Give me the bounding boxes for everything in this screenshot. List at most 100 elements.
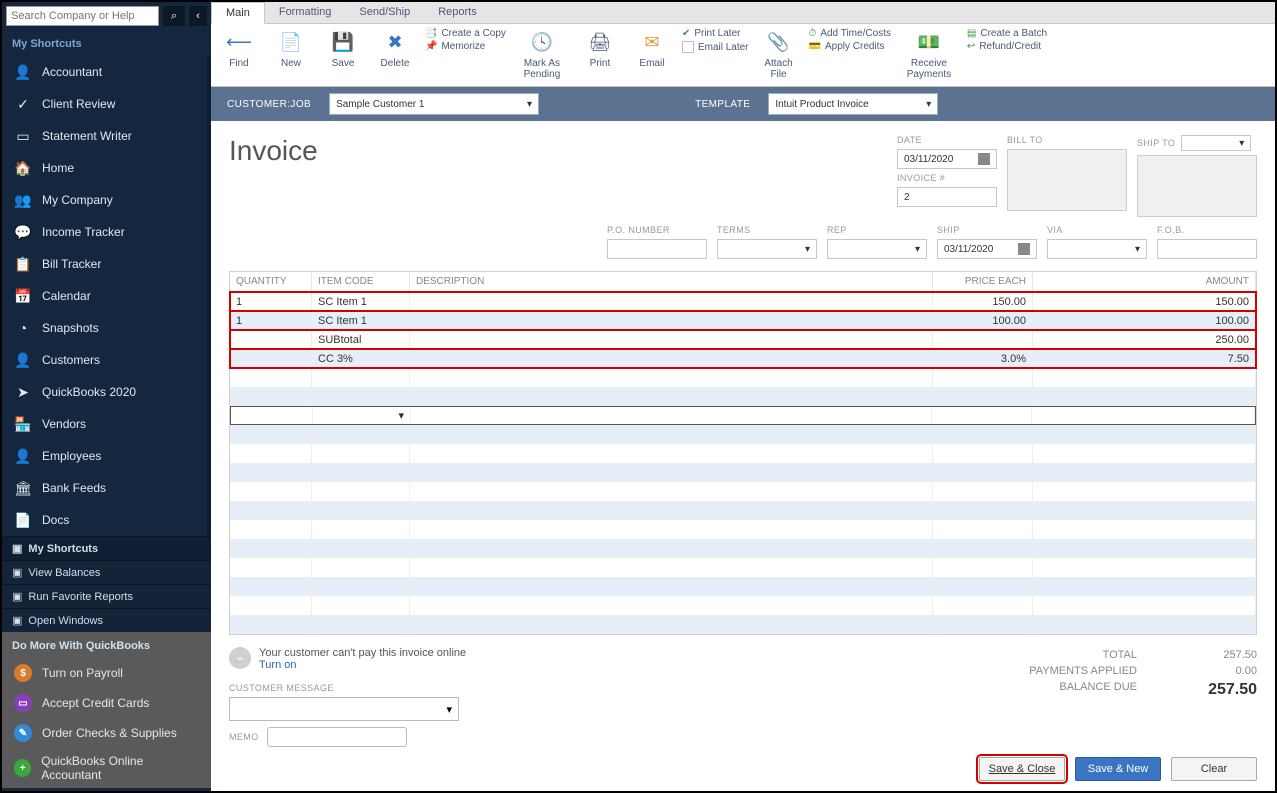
grid-cell-amt[interactable] xyxy=(1033,596,1256,615)
grid-cell-qty[interactable] xyxy=(230,520,312,539)
grid-cell-code[interactable] xyxy=(312,539,410,558)
save-new-button[interactable]: Save & New xyxy=(1075,757,1161,781)
grid-row[interactable] xyxy=(230,558,1256,577)
grid-cell-desc[interactable] xyxy=(410,501,933,520)
sidebar-item-statementwriter[interactable]: ▭Statement Writer xyxy=(2,120,207,152)
sidebar-item-incometracker[interactable]: 💬Income Tracker xyxy=(2,216,207,248)
grid-cell-amt[interactable] xyxy=(1033,482,1256,501)
grid-cell-amt[interactable] xyxy=(1033,501,1256,520)
grid-cell-code[interactable] xyxy=(312,368,410,387)
grid-cell-price[interactable] xyxy=(932,407,1032,424)
grid-cell-code[interactable] xyxy=(312,501,410,520)
grid-cell-price[interactable]: 3.0% xyxy=(933,349,1033,368)
memorize-button[interactable]: 📌Memorize xyxy=(425,41,506,52)
domore-creditcards[interactable]: ▭Accept Credit Cards xyxy=(2,688,211,718)
customerjob-combo[interactable]: Sample Customer 1▾ xyxy=(329,93,539,115)
grid-cell-qty[interactable] xyxy=(230,501,312,520)
grid-cell-price[interactable] xyxy=(933,482,1033,501)
turn-on-link[interactable]: Turn on xyxy=(259,659,297,671)
sidebar-item-home[interactable]: 🏠Home xyxy=(2,152,207,184)
sidebar-item-vendors[interactable]: 🏪Vendors xyxy=(2,408,207,440)
domore-orderchecks[interactable]: ✎Order Checks & Supplies xyxy=(2,718,211,748)
terms-combo[interactable]: ▾ xyxy=(717,239,817,259)
grid-cell-qty[interactable] xyxy=(230,463,312,482)
grid-cell-qty[interactable] xyxy=(230,577,312,596)
sidebar-collapse-button[interactable]: ‹ xyxy=(189,6,207,26)
attach-file-button[interactable]: 📎Attach File xyxy=(757,28,801,82)
add-time-button[interactable]: ⏱Add Time/Costs xyxy=(809,28,891,39)
refund-credit-button[interactable]: ↩Refund/Credit xyxy=(967,41,1047,52)
sidebar-item-accountant[interactable]: 👤Accountant xyxy=(2,56,207,88)
sidebar-item-calendar[interactable]: 📅Calendar xyxy=(2,280,207,312)
print-button[interactable]: 🖨Print xyxy=(578,28,622,71)
grid-row[interactable] xyxy=(230,577,1256,596)
shipto-combo[interactable]: ▾ xyxy=(1181,135,1251,151)
sidebar-item-mycompany[interactable]: 👥My Company xyxy=(2,184,207,216)
grid-cell-price[interactable] xyxy=(933,463,1033,482)
mini-runreports[interactable]: ▣Run Favorite Reports xyxy=(2,584,211,608)
ship-date-field[interactable]: 03/11/2020 xyxy=(937,239,1037,259)
shipto-textbox[interactable] xyxy=(1137,155,1257,217)
fob-field[interactable] xyxy=(1157,239,1257,259)
grid-cell-qty[interactable] xyxy=(231,407,313,424)
grid-cell-code[interactable]: ▾ xyxy=(313,407,411,424)
domore-qboa[interactable]: +QuickBooks Online Accountant xyxy=(2,748,211,788)
grid-row[interactable]: 1SC Item 1100.00100.00 xyxy=(230,311,1256,330)
grid-cell-desc[interactable] xyxy=(410,387,933,406)
grid-cell-desc[interactable] xyxy=(410,292,933,311)
grid-cell-qty[interactable] xyxy=(230,482,312,501)
domore-payroll[interactable]: $Turn on Payroll xyxy=(2,658,211,688)
new-button[interactable]: 📄New xyxy=(269,28,313,71)
email-later-checkbox[interactable]: Email Later xyxy=(682,41,749,53)
date-field[interactable]: 03/11/2020 xyxy=(897,149,997,169)
grid-cell-price[interactable] xyxy=(933,539,1033,558)
grid-cell-qty[interactable] xyxy=(230,368,312,387)
sidebar-item-customers[interactable]: 👤Customers xyxy=(2,344,207,376)
grid-cell-price[interactable] xyxy=(933,330,1033,349)
grid-cell-desc[interactable] xyxy=(410,615,933,634)
grid-cell-desc[interactable] xyxy=(410,520,933,539)
grid-row[interactable] xyxy=(230,520,1256,539)
grid-cell-amt[interactable]: 7.50 xyxy=(1033,349,1256,368)
grid-cell-amt[interactable] xyxy=(1033,539,1256,558)
grid-cell-qty[interactable]: 1 xyxy=(230,292,312,311)
grid-cell-desc[interactable] xyxy=(410,349,933,368)
grid-cell-qty[interactable] xyxy=(230,596,312,615)
grid-cell-qty[interactable] xyxy=(230,558,312,577)
grid-cell-price[interactable] xyxy=(933,615,1033,634)
sidebar-item-billtracker[interactable]: 📋Bill Tracker xyxy=(2,248,207,280)
grid-cell-qty[interactable] xyxy=(230,387,312,406)
grid-cell-code[interactable]: CC 3% xyxy=(312,349,410,368)
grid-row[interactable]: SUBtotal250.00 xyxy=(230,330,1256,349)
grid-cell-amt[interactable]: 150.00 xyxy=(1033,292,1256,311)
print-later-checkbox[interactable]: ✔Print Later xyxy=(682,28,749,39)
search-input[interactable] xyxy=(6,6,159,26)
grid-cell-qty[interactable] xyxy=(230,444,312,463)
apply-credits-button[interactable]: 💳Apply Credits xyxy=(809,41,891,52)
grid-row[interactable] xyxy=(230,539,1256,558)
save-button[interactable]: 💾Save xyxy=(321,28,365,71)
grid-row[interactable] xyxy=(230,425,1256,444)
grid-cell-code[interactable]: SUBtotal xyxy=(312,330,410,349)
grid-cell-code[interactable] xyxy=(312,463,410,482)
grid-cell-desc[interactable] xyxy=(410,463,933,482)
grid-cell-price[interactable] xyxy=(933,425,1033,444)
grid-cell-code[interactable]: SC Item 1 xyxy=(312,311,410,330)
grid-cell-code[interactable] xyxy=(312,425,410,444)
grid-cell-code[interactable] xyxy=(312,577,410,596)
grid-cell-price[interactable] xyxy=(933,387,1033,406)
mark-pending-button[interactable]: 🕓Mark As Pending xyxy=(514,28,570,82)
grid-cell-desc[interactable] xyxy=(410,330,933,349)
search-button[interactable]: ⌕ xyxy=(163,6,185,26)
grid-cell-amt[interactable] xyxy=(1032,407,1255,424)
tab-main[interactable]: Main xyxy=(211,2,265,24)
grid-row[interactable]: 1SC Item 1150.00150.00 xyxy=(230,292,1256,311)
billto-textbox[interactable] xyxy=(1007,149,1127,211)
grid-row[interactable]: CC 3% 3.0%7.50 xyxy=(230,349,1256,368)
grid-cell-qty[interactable] xyxy=(230,615,312,634)
rep-combo[interactable]: ▾ xyxy=(827,239,927,259)
grid-cell-price[interactable] xyxy=(933,444,1033,463)
sidebar-item-snapshots[interactable]: ◔Snapshots xyxy=(2,312,207,344)
grid-row[interactable] xyxy=(230,615,1256,634)
mini-viewbalances[interactable]: ▣View Balances xyxy=(2,560,211,584)
